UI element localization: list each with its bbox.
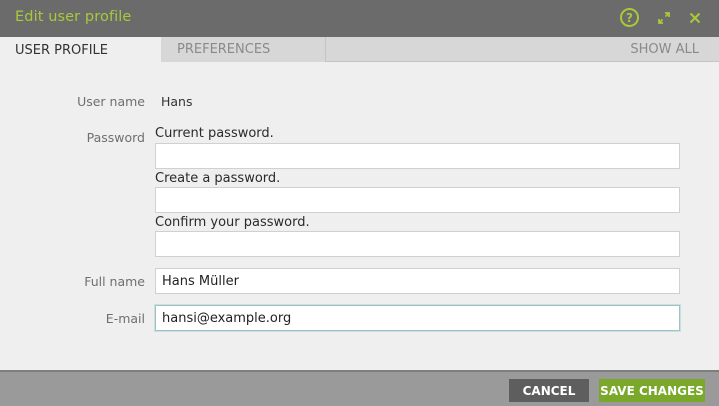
tab-preferences[interactable]: Preferences bbox=[161, 37, 326, 62]
window-titlebar: Edit user profile ? bbox=[0, 0, 719, 37]
dialog-footer: Cancel Save changes bbox=[0, 370, 719, 406]
username-label: User name bbox=[77, 94, 145, 109]
help-icon[interactable]: ? bbox=[620, 8, 639, 27]
username-value: Hans bbox=[161, 94, 193, 109]
password-label: Password bbox=[86, 130, 145, 145]
expand-icon[interactable] bbox=[656, 9, 672, 27]
close-icon[interactable] bbox=[686, 9, 704, 27]
show-all-link[interactable]: Show all bbox=[599, 37, 719, 62]
tab-bar: User profile Preferences Show all bbox=[0, 37, 719, 63]
tab-user-profile[interactable]: User profile bbox=[0, 37, 161, 63]
current-password-input[interactable] bbox=[155, 143, 680, 169]
cancel-button[interactable]: Cancel bbox=[509, 379, 589, 402]
confirm-password-hint: Confirm your password. bbox=[155, 215, 310, 230]
window-title: Edit user profile bbox=[15, 9, 132, 25]
create-password-input[interactable] bbox=[155, 187, 680, 213]
email-input[interactable] bbox=[155, 305, 680, 331]
fullname-label: Full name bbox=[84, 274, 145, 289]
save-changes-button[interactable]: Save changes bbox=[599, 379, 705, 402]
email-label: E-mail bbox=[105, 311, 145, 326]
create-password-hint: Create a password. bbox=[155, 171, 281, 186]
current-password-hint: Current password. bbox=[155, 126, 274, 141]
confirm-password-input[interactable] bbox=[155, 231, 680, 257]
fullname-input[interactable] bbox=[155, 268, 680, 294]
